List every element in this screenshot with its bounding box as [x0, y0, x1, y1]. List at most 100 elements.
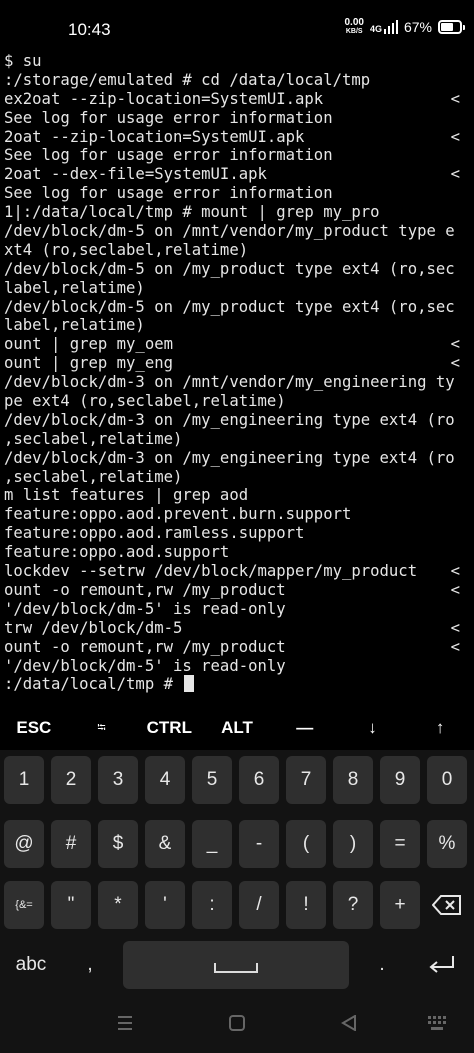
symbol-key[interactable]: @ — [4, 820, 44, 868]
cellular-signal-icon: 4G — [370, 20, 398, 34]
terminal-line-text: ,seclabel,relatime) — [4, 429, 183, 448]
symbol-key[interactable]: ( — [286, 820, 326, 868]
number-key[interactable]: 0 — [427, 756, 467, 804]
key-label: + — [394, 894, 406, 915]
enter-icon — [429, 956, 454, 973]
number-key[interactable]: 4 — [145, 756, 185, 804]
symbol-key[interactable]: ' — [145, 881, 185, 929]
key-label: ( — [302, 833, 310, 854]
terminal-line: See log for usage error information — [4, 184, 474, 203]
number-key[interactable]: 8 — [333, 756, 373, 804]
navigation-bar — [0, 1000, 474, 1053]
symbol-key[interactable]: - — [239, 820, 279, 868]
symbol-key[interactable]: $ — [98, 820, 138, 868]
key-label: ! — [303, 894, 309, 915]
period-key[interactable]: . — [362, 941, 402, 989]
terminal-line-text: $ su — [4, 52, 42, 70]
symbol-key[interactable]: # — [51, 820, 91, 868]
number-key[interactable]: 2 — [51, 756, 91, 804]
key-label: 4 — [159, 769, 171, 790]
space-key[interactable] — [123, 941, 349, 989]
terminal-prompt-line[interactable]: :/data/local/tmp # — [4, 675, 474, 694]
symbol-key[interactable]: % — [427, 820, 467, 868]
number-key[interactable]: 5 — [192, 756, 232, 804]
symbol-key[interactable]: ? — [333, 881, 373, 929]
symbol-key[interactable]: * — [98, 881, 138, 929]
keyboard-row-symbols-1: @ # $ & _ - () =% — [0, 820, 474, 868]
terminal-line: m list features | grep aod — [4, 486, 474, 505]
enter-key[interactable] — [414, 941, 470, 989]
symbol-key[interactable]: ! — [286, 881, 326, 929]
abc-key-label: abc — [15, 954, 47, 975]
terminal-line-text: feature:oppo.aod.support — [4, 543, 230, 562]
symbol-key[interactable]: / — [239, 881, 279, 929]
terminal-line: feature:oppo.aod.prevent.burn.support — [4, 505, 474, 524]
number-key[interactable]: 6 — [239, 756, 279, 804]
terminal-line-text: trw /dev/block/dm-5 — [4, 618, 183, 637]
ctrl-key[interactable]: CTRL — [135, 708, 203, 748]
terminal-line-text: ount | grep my_oem — [4, 335, 173, 354]
symbol-key[interactable]: + — [380, 881, 420, 929]
backspace-icon — [432, 895, 461, 915]
home-icon[interactable] — [228, 1014, 246, 1032]
terminal-line-text: ount -o remount,rw /my_product — [4, 580, 286, 599]
terminal-line: /dev/block/dm-3 on /my_engineering type … — [4, 411, 474, 430]
key-label: : — [209, 894, 215, 915]
terminal-line-text: ount | grep my_eng — [4, 354, 173, 373]
terminal-line: /dev/block/dm-5 on /my_product type ext4… — [4, 260, 474, 279]
terminal-line-text: 1|:/data/local/tmp # mount | grep my_pro — [4, 203, 380, 222]
terminal-line: :/storage/emulated # cd /data/local/tmp — [4, 71, 474, 90]
symbol-key[interactable]: : — [192, 881, 232, 929]
dash-key[interactable]: — — [271, 708, 339, 748]
terminal-line-text: label,relatime) — [4, 316, 145, 335]
up-arrow-key[interactable]: ↑ — [406, 708, 474, 748]
signal-bars-icon — [383, 20, 398, 34]
terminal-line-text: /dev/block/dm-5 on /my_product type ext4… — [4, 259, 455, 278]
symbol-key[interactable]: {&= — [4, 881, 44, 929]
key-label: % — [438, 833, 456, 854]
terminal-line: ount -o remount,rw /my_product < — [4, 581, 474, 600]
key-label: $ — [112, 833, 124, 854]
symbol-key[interactable]: _ — [192, 820, 232, 868]
symbol-key[interactable]: " — [51, 881, 91, 929]
terminal-line: /dev/block/dm-3 on /mnt/vendor/my_engine… — [4, 373, 474, 392]
number-key[interactable]: 3 — [98, 756, 138, 804]
key-label: 2 — [65, 769, 77, 790]
number-key[interactable]: 1 — [4, 756, 44, 804]
symbol-key[interactable]: & — [145, 820, 185, 868]
number-key[interactable]: 7 — [286, 756, 326, 804]
comma-key[interactable]: , — [70, 941, 110, 989]
tab-key[interactable]: ⭾ — [68, 708, 136, 748]
symbol-key[interactable]: = — [380, 820, 420, 868]
line-truncation-marker: < — [450, 335, 460, 354]
key-label: ' — [163, 894, 167, 915]
terminal-line: label,relatime) — [4, 316, 474, 335]
terminal-line-text: See log for usage error information — [4, 146, 333, 165]
terminal-line: ,seclabel,relatime) — [4, 430, 474, 449]
esc-key[interactable]: ESC — [0, 708, 68, 748]
terminal-output[interactable]: $ su:/storage/emulated # cd /data/local/… — [4, 52, 474, 697]
backspace-key[interactable] — [427, 881, 467, 929]
back-icon[interactable] — [340, 1014, 358, 1032]
status-indicators: 0.00 KB/S 4G 67% — [344, 17, 465, 36]
number-key[interactable]: 9 — [380, 756, 420, 804]
down-arrow-key[interactable]: ↓ — [339, 708, 407, 748]
key-label: ) — [349, 833, 357, 854]
network-speed-value: 0.00 — [344, 17, 364, 28]
keyboard-row-bottom: abc , . — [0, 941, 474, 989]
keyboard-toggle-icon[interactable] — [426, 1014, 448, 1032]
terminal-line-text: /dev/block/dm-5 on /mnt/vendor/my_produc… — [4, 222, 455, 241]
terminal-line-text: lockdev --setrw /dev/block/mapper/my_pro… — [4, 562, 418, 581]
terminal-line-text: label,relatime) — [4, 278, 145, 297]
symbol-key[interactable]: ) — [333, 820, 373, 868]
terminal-line: See log for usage error information — [4, 109, 474, 128]
battery-icon — [438, 20, 465, 34]
abc-key[interactable]: abc — [4, 941, 58, 989]
terminal-line-text: /dev/block/dm-3 on /my_engineering type … — [4, 448, 455, 467]
key-label: # — [65, 833, 77, 854]
recents-icon[interactable] — [116, 1014, 134, 1032]
alt-key[interactable]: ALT — [203, 708, 271, 748]
extra-keys-row: ESC ⭾ CTRL ALT — ↓ ↑ — [0, 708, 474, 748]
space-icon — [214, 963, 258, 973]
terminal-line-text: '/dev/block/dm-5' is read-only — [4, 599, 286, 618]
